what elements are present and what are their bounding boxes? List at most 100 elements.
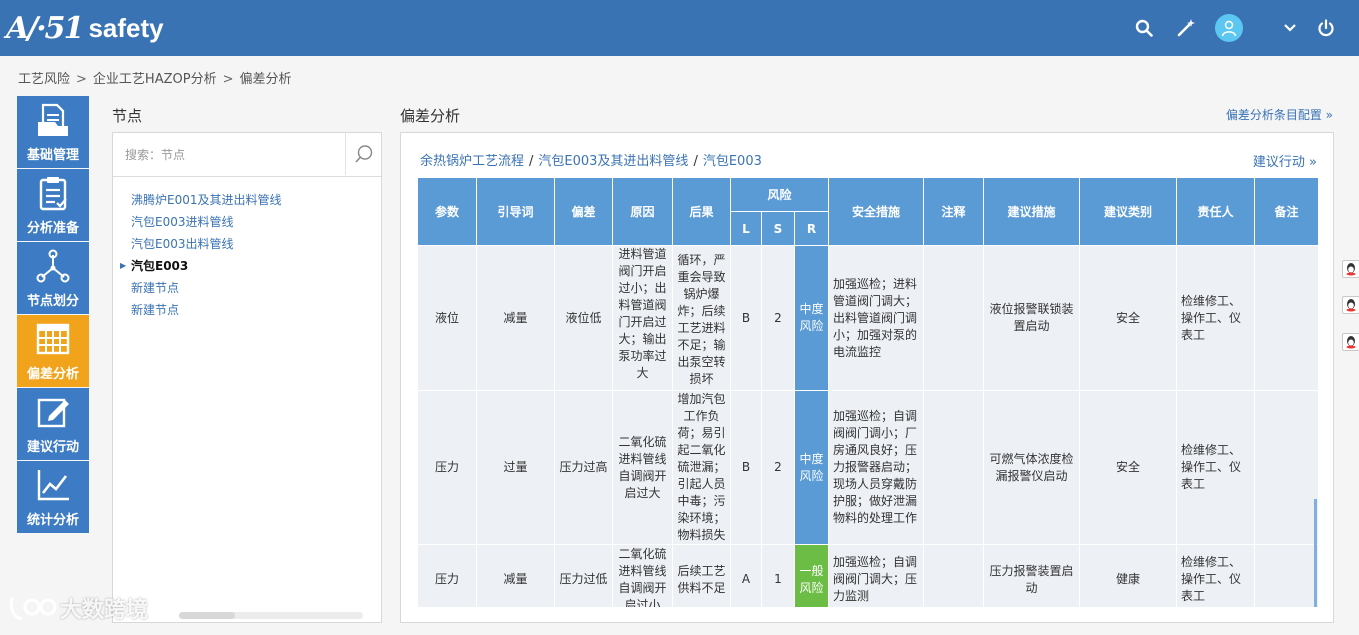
cell-note [923,390,985,545]
col-header-owner[interactable]: 责任人 [1176,177,1256,246]
node-list: 沸腾炉E001及其进出料管线 汽包E003进料管线 汽包E003出料管线 ▶ 汽包… [113,177,381,321]
nodes-panel: 沸腾炉E001及其进出料管线 汽包E003进料管线 汽包E003出料管线 ▶ 汽包… [112,132,382,623]
col-header-param[interactable]: 参数 [417,177,477,246]
col-header-consequence[interactable]: 后果 [672,177,731,246]
deviation-table: 参数 引导词 偏差 原因 后果 风险 安全措施 注释 建议措施 建议类别 责任人… [417,177,1318,607]
col-header-risk[interactable]: 风险 [729,177,830,212]
cell-risk-level: 中度风险 [793,245,830,391]
nav-item-suggested-actions[interactable]: 建议行动 [17,388,89,460]
cell-param: 液位 [417,245,477,391]
nav-item-basic-management[interactable]: 基础管理 [17,96,89,168]
chevron-down-icon[interactable] [1274,12,1306,44]
cell-safety-measures: 加强巡检；自调阀阀门调大；压力监测 [828,544,925,607]
cell-L: B [730,245,762,391]
search-icon[interactable] [345,133,381,175]
cell-param: 压力 [417,544,477,607]
cell-deviation: 压力过高 [554,390,613,545]
node-item-selected[interactable]: ▶ 汽包E003 [120,255,381,277]
search-icon[interactable] [1128,12,1160,44]
cell-category: 安全 [1079,245,1178,391]
cell-remark [1254,245,1318,391]
col-header-suggestion-category[interactable]: 建议类别 [1079,177,1178,246]
magic-wand-icon[interactable] [1170,12,1202,44]
nodes-title: 节点 [112,107,143,125]
node-search-input[interactable] [113,133,345,176]
col-header-deviation[interactable]: 偏差 [554,177,613,246]
col-header-R[interactable]: R [793,211,830,246]
table-row[interactable]: 压力 过量 压力过高 二氧化硫进料管线自调阀开启过大 增加汽包工作负荷；易引起二… [417,390,1318,545]
col-header-note[interactable]: 注释 [923,177,985,246]
breadcrumb-current: 偏差分析 [239,72,292,87]
cell-S: 1 [761,544,795,607]
breadcrumb-item[interactable]: 工艺风险 [18,72,70,87]
deviation-title: 偏差分析 [400,107,461,125]
col-header-S[interactable]: S [761,211,795,246]
nav-item-node-division[interactable]: 节点划分 [17,242,89,314]
watermark-logo-icon [9,596,57,621]
cell-safety-measures: 加强巡检；进料管道阀门调大；出料管道阀门调小；加强对泵的电流监控 [828,245,925,391]
nav-item-deviation-analysis[interactable]: 偏差分析 [17,315,89,387]
node-item[interactable]: 新建节点 [131,299,381,321]
deviation-config-link[interactable]: 偏差分析条目配置 » [1226,106,1333,123]
col-header-guide-word[interactable]: 引导词 [476,177,555,246]
path-item[interactable]: 汽包E003及其进出料管线 [538,154,688,169]
nav-label: 节点划分 [26,294,79,309]
left-nav: 基础管理 分析准备 节点划分 偏差分析 建议行动 统计分析 [17,96,89,534]
qq-chat-icon[interactable] [1342,260,1359,278]
node-item[interactable]: 汽包E003进料管线 [131,211,381,233]
qq-chat-icon[interactable] [1342,333,1359,351]
cell-guide-word: 过量 [476,390,555,545]
nav-label: 建议行动 [26,440,79,455]
cell-owner: 检维修工、操作工、仪表工 [1176,245,1256,391]
cell-suggestion: 可燃气体浓度检漏报警仪启动 [983,390,1081,545]
suggest-action-link[interactable]: 建议行动 » [1253,151,1317,170]
table-row[interactable]: 压力 减量 压力过低 二氧化硫进料管线自调阀开启过小 后续工艺供料不足 A 1 … [417,544,1318,607]
nav-label: 统计分析 [26,513,79,528]
nav-item-analysis-prep[interactable]: 分析准备 [17,169,89,241]
cell-param: 压力 [417,390,477,545]
breadcrumb-separator: > [222,72,234,87]
cell-category: 安全 [1079,390,1178,545]
logo-text: safety [88,12,164,43]
cell-L: A [730,544,762,607]
cell-note [923,544,985,607]
col-header-suggestion[interactable]: 建议措施 [983,177,1081,246]
node-item[interactable]: 汽包E003出料管线 [131,233,381,255]
qq-chat-icon[interactable] [1342,296,1359,314]
path-item[interactable]: 汽包E003 [703,154,762,169]
cell-suggestion: 压力报警装置启动 [983,544,1081,607]
edit-note-icon [33,392,73,432]
cell-note [923,245,985,391]
cell-owner: 检维修工、操作工、仪表工 [1176,544,1256,607]
cell-L: B [730,390,762,545]
node-item[interactable]: 沸腾炉E001及其进出料管线 [131,189,381,211]
col-header-cause[interactable]: 原因 [612,177,673,246]
cell-owner: 检维修工、操作工、仪表工 [1176,390,1256,545]
nav-label: 基础管理 [26,148,79,163]
logo[interactable]: A/·51 safety [6,6,164,50]
cell-guide-word: 减量 [476,544,555,607]
vertical-scrollbar[interactable] [1314,499,1317,607]
nav-label: 分析准备 [26,221,79,236]
user-avatar-icon[interactable] [1213,12,1245,44]
cell-safety-measures: 加强巡检；自调阀阀门调小；厂房通风良好；压力报警器启动；现场人员穿戴防护服；做好… [828,390,925,545]
cell-S: 2 [761,390,795,545]
col-header-safety-measures[interactable]: 安全措施 [828,177,925,246]
path-item[interactable]: 余热锅炉工艺流程 [420,154,524,169]
nav-item-statistics[interactable]: 统计分析 [17,461,89,533]
col-header-remark[interactable]: 备注 [1254,177,1318,246]
power-icon[interactable] [1310,12,1342,44]
scrollbar-thumb[interactable] [179,612,235,619]
line-chart-icon [33,465,73,505]
horizontal-scrollbar[interactable] [179,612,363,619]
cell-cause: 二氧化硫进料管线自调阀开启过大 [612,390,673,545]
col-header-L[interactable]: L [730,211,762,246]
deviation-panel: 余热锅炉工艺流程 / 汽包E003及其进出料管线 / 汽包E003 建议行动 » 参数 … [400,132,1334,623]
node-item[interactable]: 新建节点 [131,277,381,299]
node-network-icon [33,246,73,286]
path-separator: / [529,154,534,169]
table-row[interactable]: 液位 减量 液位低 进料管道阀门开启过小；出料管道阀门开启过大；输出泵功率过大 … [417,245,1318,391]
breadcrumb-item[interactable]: 企业工艺HAZOP分析 [93,72,217,87]
table-grid-icon [33,319,73,359]
cell-S: 2 [761,245,795,391]
